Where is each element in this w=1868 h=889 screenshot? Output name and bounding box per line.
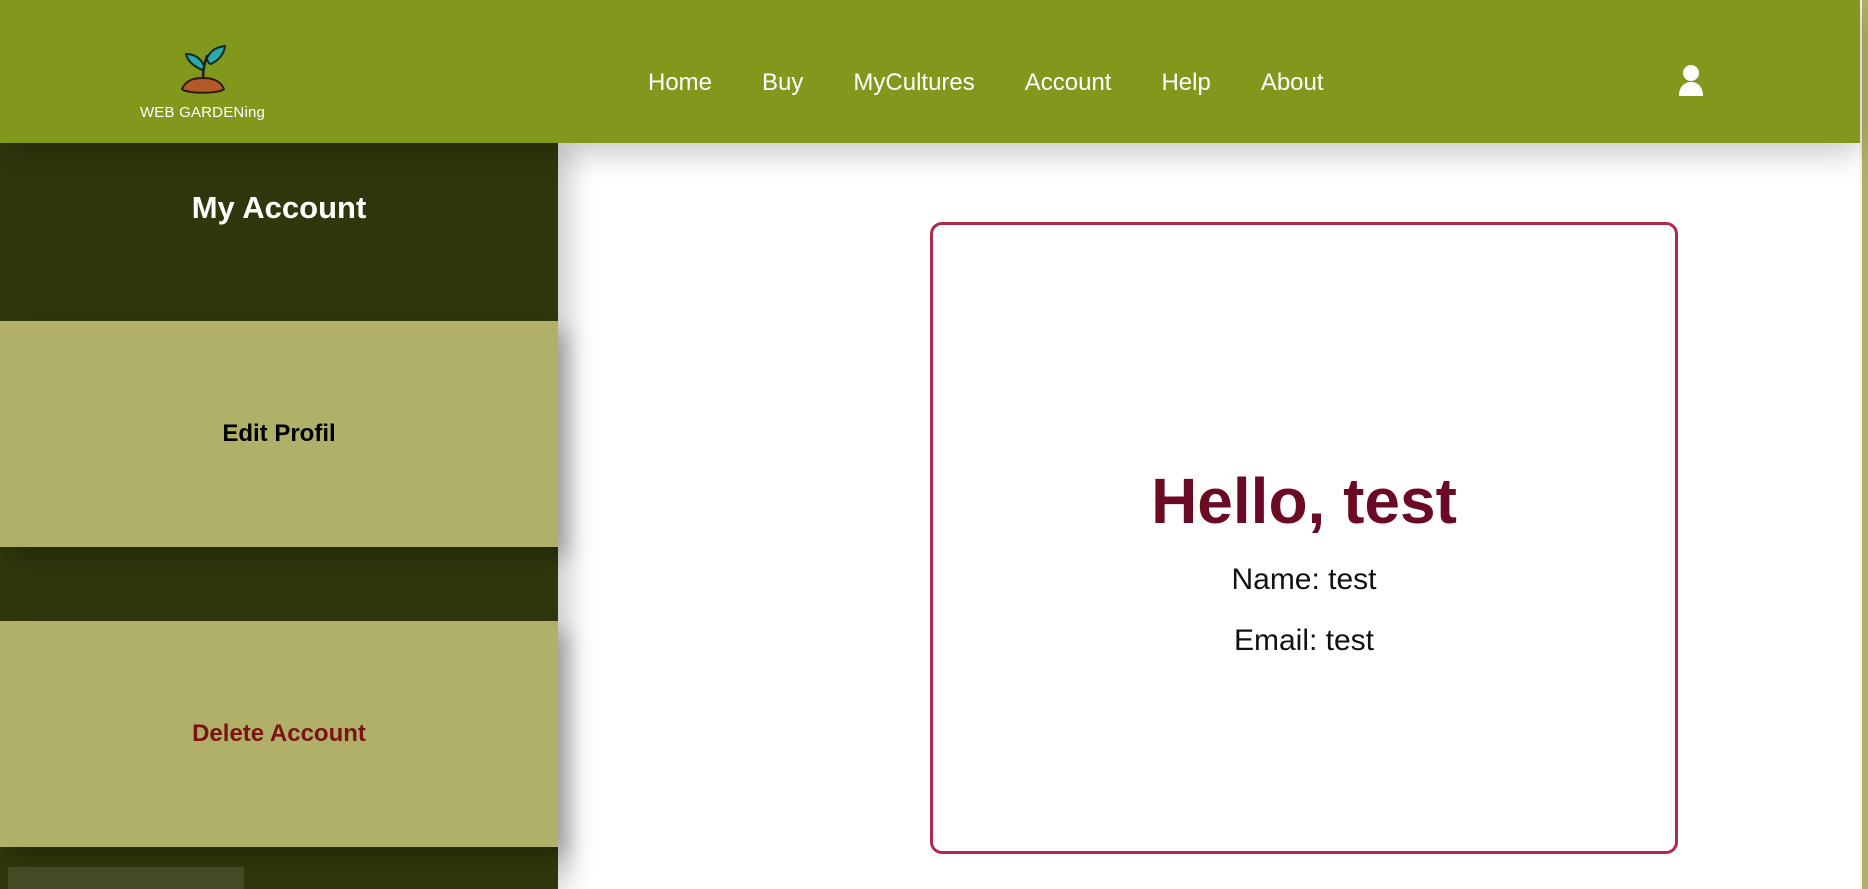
main-nav: Home Buy MyCultures Account Help About [648,63,1349,103]
edit-profile-label: Edit Profil [222,420,336,447]
profile-card: Hello, test Name: test Email: test [930,222,1678,854]
profile-greeting: Hello, test [1151,465,1457,537]
plant-sprout-icon [180,44,226,94]
delete-account-label: Delete Account [192,720,366,747]
edit-profile-button[interactable]: Edit Profil [0,321,558,547]
nav-mycultures[interactable]: MyCultures [828,63,999,103]
nav-buy[interactable]: Buy [737,63,828,103]
nav-about[interactable]: About [1236,63,1349,103]
brand[interactable]: WEB GARDENing [140,40,265,140]
nav-help[interactable]: Help [1136,63,1235,103]
profile-email: Email: test [1233,624,1375,657]
sidebar-title: My Account [191,190,367,225]
account-sidebar: My Account Edit Profil Delete Account [0,143,558,889]
brand-name: WEB GARDENing [139,104,266,121]
nav-home[interactable]: Home [648,63,737,103]
account-page: WEB GARDENing Home Buy MyCultures Accoun… [0,0,1868,889]
right-edge-strip [1860,0,1868,889]
nav-account[interactable]: Account [1000,63,1137,103]
profile-name: Name: test [1231,563,1377,596]
user-icon[interactable] [1676,63,1706,97]
top-navigation-bar: WEB GARDENing Home Buy MyCultures Accoun… [0,0,1860,143]
sidebar-bottom-element [8,867,244,889]
delete-account-button[interactable]: Delete Account [0,621,558,847]
